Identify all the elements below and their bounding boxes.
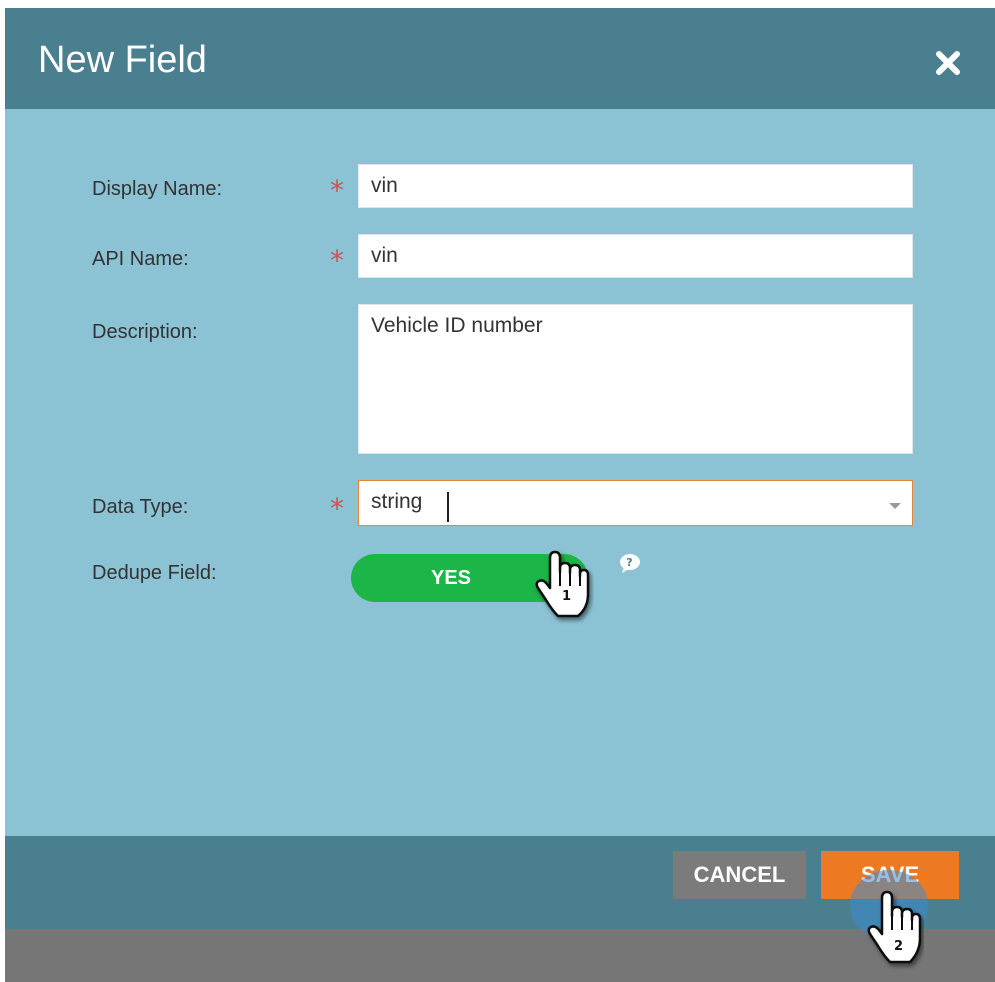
display-name-input[interactable]: vin [358, 164, 913, 208]
close-icon[interactable] [931, 46, 965, 80]
svg-text:*: * [330, 176, 344, 202]
overlay-band [5, 929, 995, 982]
dialog-header: New Field [5, 8, 995, 109]
question-bubble-icon[interactable]: ? [618, 553, 642, 575]
dialog-body [5, 109, 995, 836]
data-type-select[interactable]: string [358, 480, 913, 526]
api-name-label: API Name: [92, 248, 189, 270]
toggle-yes-label: YES [430, 567, 472, 589]
new-field-dialog: New Field Display Name: * vin API Name: … [5, 8, 995, 982]
description-label: Description: [92, 321, 198, 343]
svg-text:*: * [330, 246, 344, 272]
svg-text:*: * [330, 494, 344, 520]
dedupe-field-label: Dedupe Field: [92, 562, 217, 584]
required-asterisk-icon: * [327, 174, 353, 207]
description-textarea[interactable]: Vehicle ID number [358, 304, 913, 454]
dedupe-toggle[interactable]: YES [351, 554, 588, 602]
cancel-button[interactable]: CANCEL [673, 851, 806, 899]
click-highlight [850, 870, 928, 940]
display-name-label: Display Name: [92, 178, 223, 200]
required-asterisk-icon: * [327, 492, 353, 525]
data-type-label: Data Type: [92, 496, 189, 518]
text-caret [447, 492, 449, 522]
api-name-input[interactable]: vin [358, 234, 913, 278]
chevron-down-icon[interactable] [889, 503, 901, 509]
dialog-title: New Field [38, 39, 207, 81]
svg-text:?: ? [626, 556, 632, 569]
required-asterisk-icon: * [327, 244, 353, 277]
